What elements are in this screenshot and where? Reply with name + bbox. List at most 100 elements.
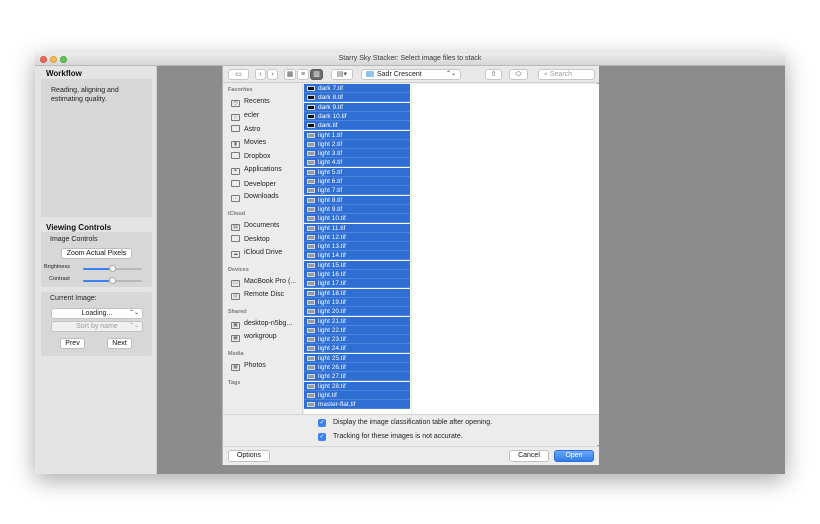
forward-chevron-icon[interactable]: › — [267, 69, 278, 80]
file-row[interactable]: light 11.tif — [304, 223, 410, 233]
search-input[interactable]: ⌕ Search — [538, 69, 595, 80]
finder-section-header: Favorites — [228, 87, 253, 93]
file-row[interactable]: light 1.tif — [304, 130, 410, 140]
finder-sidebar-item[interactable]: ▣ desktop-n5bg... — [231, 320, 292, 329]
current-image-label: Current Image: — [50, 295, 97, 302]
file-name: light 2.tif — [318, 140, 343, 148]
brightness-slider[interactable] — [83, 265, 142, 272]
contrast-label: Contrast — [49, 276, 70, 282]
icon-view-icon[interactable]: ▦ — [284, 69, 296, 80]
file-row[interactable]: light 6.tif — [304, 177, 410, 186]
file-name: dark.tif — [318, 122, 338, 130]
file-row[interactable]: light 2.tif — [304, 139, 410, 149]
file-name: light 19.tif — [318, 298, 346, 306]
file-row[interactable]: dark 8.tif — [304, 93, 410, 103]
finder-sidebar-item[interactable]: ☁ iCloud Drive — [231, 249, 282, 258]
file-list[interactable]: dark 7.tif dark 8.tif dark 9.tif dark 10.ti… — [304, 84, 411, 414]
next-button[interactable]: Next — [107, 338, 132, 349]
tag-icon[interactable]: ⬭ — [509, 69, 528, 80]
path-popup[interactable]: Sadr Crescent ⌃⌄ — [361, 69, 461, 80]
file-name: light 4.tif — [318, 159, 343, 167]
cloud-icon: ☁ — [231, 251, 240, 258]
finder-sidebar-item[interactable]: ▮ Movies — [231, 139, 266, 148]
file-row[interactable]: dark 9.tif — [304, 102, 410, 112]
file-row[interactable]: light 23.tif — [304, 335, 410, 345]
file-name: light 16.tif — [318, 271, 346, 278]
file-row[interactable]: light 18.tif — [304, 288, 410, 298]
tracking-inaccurate-label: Tracking for these images is not accurat… — [333, 433, 463, 440]
finder-sidebar-item[interactable]: Developer — [231, 179, 276, 188]
disc-icon: ◎ — [231, 293, 240, 301]
finder-sidebar-item-label: Movies — [244, 138, 267, 146]
file-row[interactable]: light 26.tif — [304, 363, 410, 372]
finder-sidebar-item[interactable]: ▭ MacBook Pro (... — [231, 278, 296, 287]
options-button[interactable]: Options — [228, 450, 270, 462]
finder-sidebar-item[interactable]: ▣ workgroup — [231, 333, 277, 343]
computer-icon: ▣ — [231, 321, 240, 329]
file-row[interactable]: light 4.tif — [304, 158, 410, 168]
column-view-icon[interactable]: ▥ — [310, 69, 323, 80]
contrast-slider-knob[interactable] — [109, 277, 116, 284]
finder-sidebar-item[interactable]: ◷ Recents — [231, 98, 270, 107]
image-file-icon — [307, 225, 315, 231]
image-file-icon — [307, 104, 315, 110]
zoom-actual-pixels-button[interactable]: Zoom Actual Pixels — [61, 248, 132, 259]
list-view-icon[interactable]: ≡ — [297, 69, 309, 80]
file-row[interactable]: light 16.tif — [304, 270, 410, 279]
file-row[interactable]: master-flat.tif — [304, 400, 410, 410]
file-row[interactable]: dark 7.tif — [304, 84, 410, 93]
file-row[interactable]: light 19.tif — [304, 297, 410, 307]
prev-button[interactable]: Prev — [60, 338, 85, 349]
file-row[interactable]: light 8.tif — [304, 195, 410, 205]
file-row[interactable]: light 14.tif — [304, 251, 410, 261]
image-file-icon — [307, 281, 315, 287]
current-image-select[interactable]: Loading... ⌃⌄ — [51, 308, 143, 319]
file-row[interactable]: dark 10.tif — [304, 111, 410, 121]
file-name: light 25.tif — [318, 354, 346, 362]
file-row[interactable]: light 28.tif — [304, 381, 410, 391]
finder-sidebar-item[interactable]: ✦ Applications — [231, 166, 282, 175]
finder-sidebar-item[interactable]: Desktop — [231, 235, 270, 243]
finder-sidebar-item[interactable]: ▤ Documents — [231, 222, 279, 231]
finder-sidebar-item[interactable]: ◎ Remote Disc — [231, 291, 284, 301]
finder-sidebar-item[interactable]: Astro — [231, 125, 260, 133]
finder-sidebar-item[interactable]: ↓ Downloads — [231, 193, 279, 203]
group-view-icon[interactable]: ▤▾ — [331, 69, 353, 80]
contrast-slider[interactable] — [83, 277, 142, 284]
brightness-slider-knob[interactable] — [109, 265, 116, 272]
finder-section-header: Devices — [228, 266, 249, 273]
classification-table-checkbox[interactable]: ✓ — [318, 419, 326, 427]
file-row[interactable]: dark.tif — [304, 121, 410, 131]
file-row[interactable]: light 12.tif — [304, 232, 410, 242]
file-row[interactable]: light 7.tif — [304, 186, 410, 196]
file-row[interactable]: light 27.tif — [304, 372, 410, 382]
share-icon[interactable]: ⇧ — [485, 69, 502, 80]
tracking-inaccurate-checkbox[interactable]: ✓ — [318, 433, 326, 441]
sidebar-toggle-icon[interactable]: ▭ — [228, 69, 249, 80]
file-name: light 14.tif — [318, 252, 346, 260]
file-row[interactable]: light 21.tif — [304, 316, 410, 326]
file-row[interactable]: light 9.tif — [304, 204, 410, 214]
image-file-icon — [307, 299, 315, 305]
file-row[interactable]: light.tif — [304, 390, 410, 400]
open-button[interactable]: Open — [554, 450, 594, 462]
file-row[interactable]: light 25.tif — [304, 353, 410, 363]
file-row[interactable]: light 5.tif — [304, 167, 410, 177]
folder-icon — [231, 179, 240, 187]
file-row[interactable]: light 24.tif — [304, 344, 410, 354]
finder-sidebar-item[interactable]: ⌂ ecler — [231, 112, 259, 121]
finder-sidebar-item[interactable]: Dropbox — [231, 152, 270, 160]
file-row[interactable]: light 17.tif — [304, 279, 410, 289]
cancel-button[interactable]: Cancel — [509, 450, 549, 462]
file-row[interactable]: light 22.tif — [304, 325, 410, 335]
classification-table-label: Display the image classification table a… — [333, 419, 493, 426]
file-name: light 10.tif — [318, 215, 346, 223]
file-row[interactable]: light 10.tif — [304, 214, 410, 224]
finder-sidebar-item[interactable]: ▦ Photos — [231, 362, 266, 371]
file-row[interactable]: light 15.tif — [304, 260, 410, 270]
file-row[interactable]: light 20.tif — [304, 307, 410, 317]
back-chevron-icon[interactable]: ‹ — [255, 69, 266, 80]
file-row[interactable]: light 3.tif — [304, 149, 410, 159]
sort-select: Sort by name ⌃⌄ — [51, 321, 143, 332]
file-row[interactable]: light 13.tif — [304, 242, 410, 252]
